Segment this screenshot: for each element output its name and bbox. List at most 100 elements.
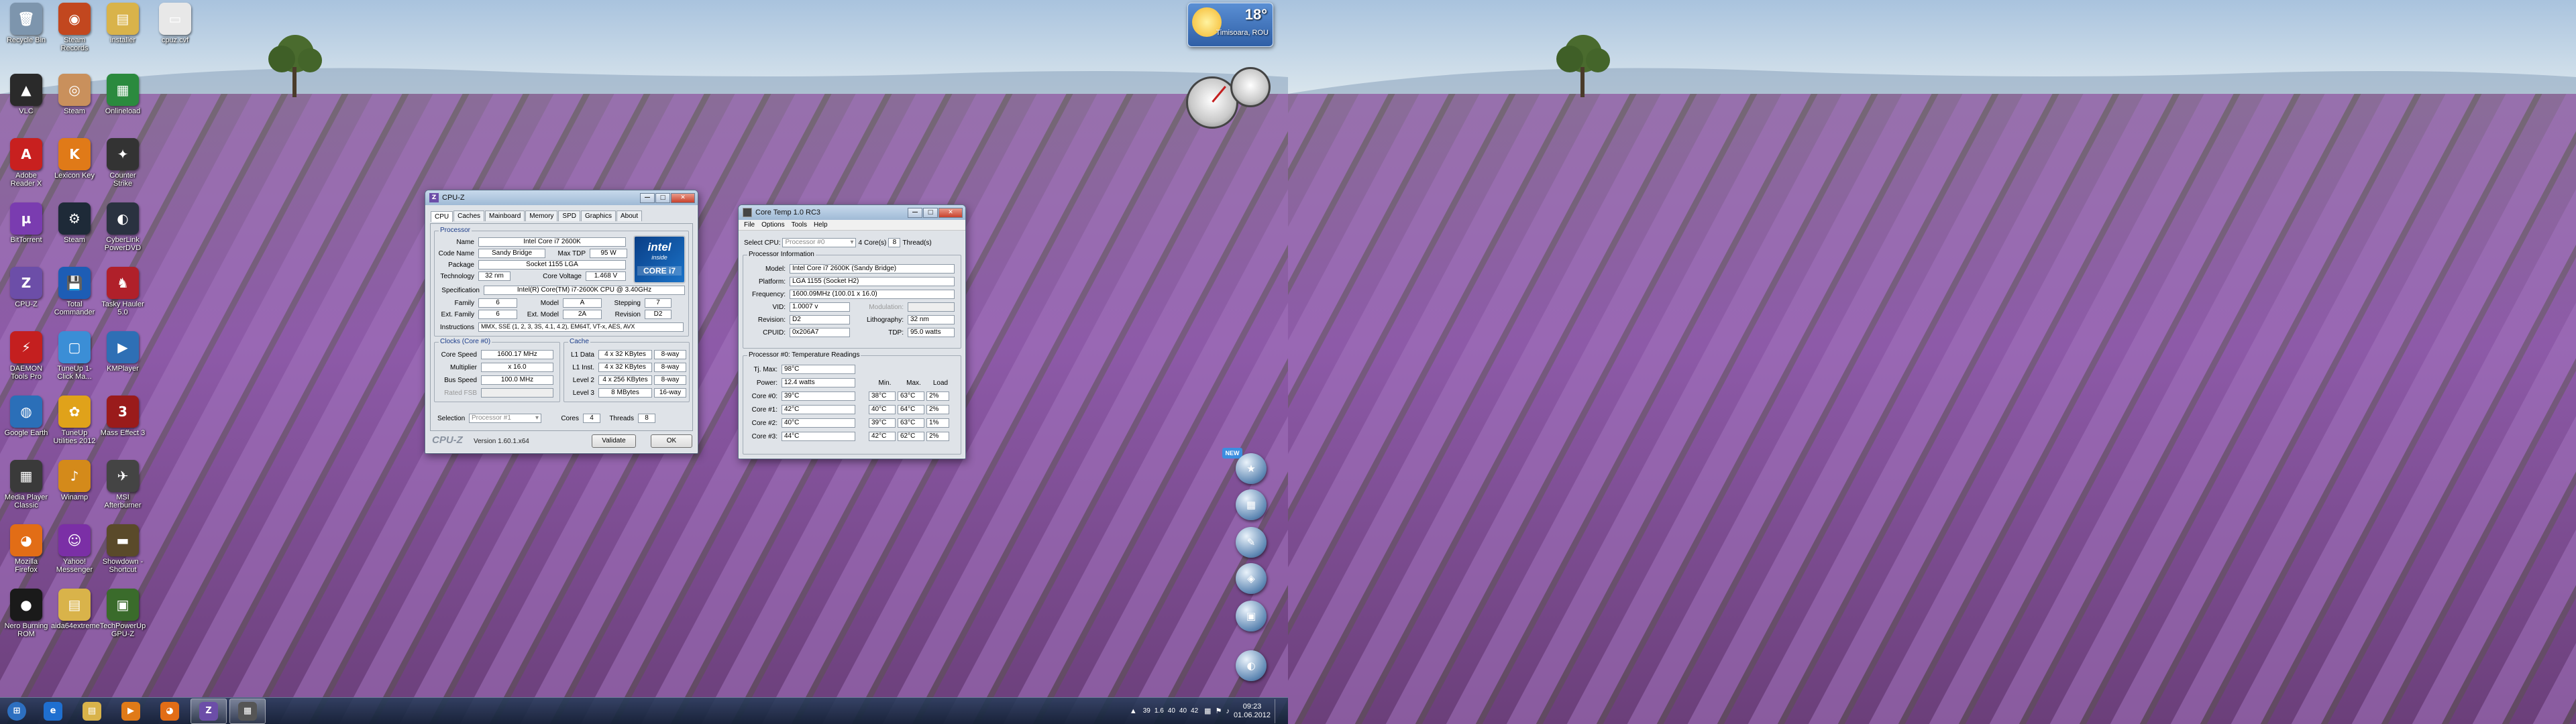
desktop-icon[interactable]: ✈ MSI Afterburner bbox=[99, 460, 146, 509]
desktop-icon[interactable]: ▦ Media Player Classic bbox=[3, 460, 50, 509]
taskbar-button[interactable]: ▦ bbox=[229, 698, 266, 724]
modulation-label: Modulation: bbox=[869, 303, 904, 311]
coretemp-titlebar[interactable]: Core Temp 1.0 RC3 — □ ✕ bbox=[739, 205, 965, 220]
menu-file[interactable]: File bbox=[744, 221, 755, 229]
cpuz-window[interactable]: Z CPU-Z — □ ✕ CPU Caches Mainboard Memory SPD G… bbox=[425, 190, 698, 454]
max-tdp-field: 95 W bbox=[590, 249, 627, 258]
cache-size: 8 MBytes bbox=[598, 388, 652, 398]
taskbar-button[interactable]: ◕ bbox=[152, 699, 188, 724]
taskbar-button[interactable]: ▤ bbox=[74, 699, 110, 724]
gadget-orb-4-icon[interactable]: ◈ bbox=[1236, 563, 1267, 594]
taskbar-button[interactable]: ▶ bbox=[113, 699, 149, 724]
desktop-icon[interactable]: ☺ Yahoo! Messenger bbox=[51, 524, 98, 574]
core-max: 63°C bbox=[898, 391, 924, 401]
desktop-icon[interactable]: 💾 Total Commander bbox=[51, 267, 98, 316]
tab-caches[interactable]: Caches bbox=[453, 210, 485, 221]
desktop-icon[interactable]: ▤ aida64extreme bbox=[51, 589, 100, 630]
desktop-icon[interactable]: K Lexicon Key bbox=[51, 138, 98, 180]
gadget-orb-2-icon[interactable]: ▦ bbox=[1236, 489, 1267, 520]
taskbar-items: ⊞ e ▤ ▶ ◕ Z ▦ bbox=[0, 698, 267, 724]
show-desktop-button[interactable] bbox=[1275, 699, 1281, 723]
taskbar-button[interactable]: e bbox=[35, 699, 71, 724]
desktop-icon[interactable]: ♪ Winamp bbox=[51, 460, 98, 501]
desktop-icon[interactable]: ✦ Counter Strike bbox=[99, 138, 146, 188]
desktop-icon[interactable]: 3 Mass Effect 3 bbox=[99, 396, 146, 437]
tab-mainboard[interactable]: Mainboard bbox=[485, 210, 525, 221]
tab-memory[interactable]: Memory bbox=[525, 210, 558, 221]
menu-help[interactable]: Help bbox=[814, 221, 828, 229]
network-icon[interactable]: ▦ bbox=[1204, 707, 1211, 715]
desktop-icon[interactable]: ⚡ DAEMON Tools Pro bbox=[3, 331, 50, 381]
coretemp-window[interactable]: Core Temp 1.0 RC3 — □ ✕ File Options Tools He… bbox=[738, 204, 966, 459]
menu-options[interactable]: Options bbox=[761, 221, 784, 229]
ok-button[interactable]: OK bbox=[651, 434, 692, 448]
gadget-orb-1-icon[interactable]: ★ bbox=[1236, 453, 1267, 484]
volume-icon[interactable]: ♪ bbox=[1226, 707, 1230, 715]
desktop-icon[interactable]: ♞ Tasky Hauler 5.0 bbox=[99, 267, 146, 316]
desktop-icon[interactable]: Z CPU-Z bbox=[3, 267, 50, 308]
taskbar-button[interactable]: ⊞ bbox=[1, 699, 32, 724]
minimize-button[interactable]: — bbox=[640, 192, 655, 203]
clock-time: 09:23 bbox=[1242, 702, 1262, 711]
desktop-icon[interactable]: ▤ installer bbox=[99, 3, 146, 44]
tray-temp-readout[interactable]: 42 bbox=[1189, 707, 1200, 715]
desktop-icon[interactable]: ◉ Steam Records bbox=[51, 3, 98, 52]
desktop-icon[interactable]: ● Nero Burning ROM bbox=[3, 589, 50, 638]
desktop-icon[interactable]: ▦ Onlineload bbox=[99, 74, 146, 115]
clock-value: 1600.17 MHz bbox=[481, 350, 553, 359]
maximize-button[interactable]: □ bbox=[655, 192, 670, 203]
coretemp-app-icon bbox=[743, 208, 752, 217]
core-min: 40°C bbox=[869, 405, 896, 414]
desktop-icon[interactable]: ◐ CyberLink PowerDVD bbox=[99, 202, 146, 252]
desktop-icon[interactable]: ▢ TuneUp 1-Click Ma... bbox=[51, 331, 98, 381]
menu-tools[interactable]: Tools bbox=[792, 221, 807, 229]
powerdvd-icon: ◐ bbox=[107, 202, 139, 235]
selection-dropdown[interactable]: Processor #1 ▾ bbox=[469, 414, 541, 423]
gadget-orb-5-icon[interactable]: ▣ bbox=[1236, 601, 1267, 631]
selection-label: Selection bbox=[437, 414, 466, 422]
desktop-icon[interactable]: ▣ TechPowerUp GPU-Z bbox=[99, 589, 146, 638]
core-min: 42°C bbox=[869, 432, 896, 441]
desktop-icon[interactable]: ▶ KMPlayer bbox=[99, 331, 146, 373]
tab-graphics[interactable]: Graphics bbox=[580, 210, 616, 221]
maximize-button[interactable]: □ bbox=[923, 207, 938, 218]
tab-cpu[interactable]: CPU bbox=[431, 211, 453, 222]
validate-button[interactable]: Validate bbox=[592, 434, 636, 448]
cache-label: L1 Inst. bbox=[572, 363, 594, 371]
tray-temp-readout[interactable]: 39 bbox=[1141, 707, 1152, 715]
desktop-icon[interactable]: ▬ Showdown - Shortcut bbox=[99, 524, 146, 574]
specification-field: Intel(R) Core(TM) i7-2600K CPU @ 3.40GHz bbox=[484, 286, 685, 295]
tab-spd[interactable]: SPD bbox=[558, 210, 580, 221]
tray-temp-readout[interactable]: 40 bbox=[1166, 707, 1177, 715]
desktop-icon[interactable]: ✿ TuneUp Utilities 2012 bbox=[51, 396, 98, 445]
new-gadget-button[interactable]: NEW bbox=[1222, 448, 1242, 459]
desktop-icon[interactable]: ▲ VLC bbox=[3, 74, 50, 115]
minimize-button[interactable]: — bbox=[908, 207, 922, 218]
gadget-orb-6-icon[interactable]: ◐ bbox=[1236, 650, 1267, 681]
desktop-icon[interactable]: ◍ Google Earth bbox=[3, 396, 50, 437]
close-button[interactable]: ✕ bbox=[671, 192, 695, 203]
desktop-icon[interactable]: ⚙ Steam bbox=[51, 202, 98, 244]
desktop-icon[interactable]: ▭ cpuz.cvf bbox=[152, 3, 199, 44]
tray-expand-icon[interactable]: ▲ bbox=[1130, 707, 1137, 715]
weather-gadget[interactable]: 18° Timisoara, ROU bbox=[1187, 3, 1273, 47]
desktop-icon[interactable]: ◕ Mozilla Firefox bbox=[3, 524, 50, 574]
technology-label: Technology bbox=[440, 272, 474, 280]
flag-icon[interactable]: ⚑ bbox=[1216, 707, 1222, 715]
cpu-meter-gadget[interactable] bbox=[1186, 67, 1273, 134]
desktop-icon[interactable]: 🗑 Recycle Bin bbox=[3, 3, 50, 44]
tray-temp-readout[interactable]: 40 bbox=[1177, 707, 1189, 715]
desktop-icon-label: cpuz.cvf bbox=[161, 36, 189, 44]
clock[interactable]: 09:23 01.06.2012 bbox=[1234, 703, 1271, 720]
cpuz-titlebar[interactable]: Z CPU-Z — □ ✕ bbox=[425, 190, 698, 205]
gadget-orb-3-icon[interactable]: ✎ bbox=[1236, 527, 1267, 558]
close-button[interactable]: ✕ bbox=[938, 207, 963, 218]
desktop-icon[interactable]: A Adobe Reader X bbox=[3, 138, 50, 188]
taskbar-button[interactable]: Z bbox=[191, 698, 227, 724]
tab-about[interactable]: About bbox=[616, 210, 643, 221]
secondary-monitor bbox=[1288, 0, 2576, 724]
desktop-icon[interactable]: ◎ Steam bbox=[51, 74, 98, 115]
select-cpu-dropdown[interactable]: Processor #0 ▾ bbox=[782, 238, 857, 247]
tray-temp-readout[interactable]: 1.6 bbox=[1152, 707, 1166, 715]
desktop-icon[interactable]: µ BitTorrent bbox=[3, 202, 50, 244]
